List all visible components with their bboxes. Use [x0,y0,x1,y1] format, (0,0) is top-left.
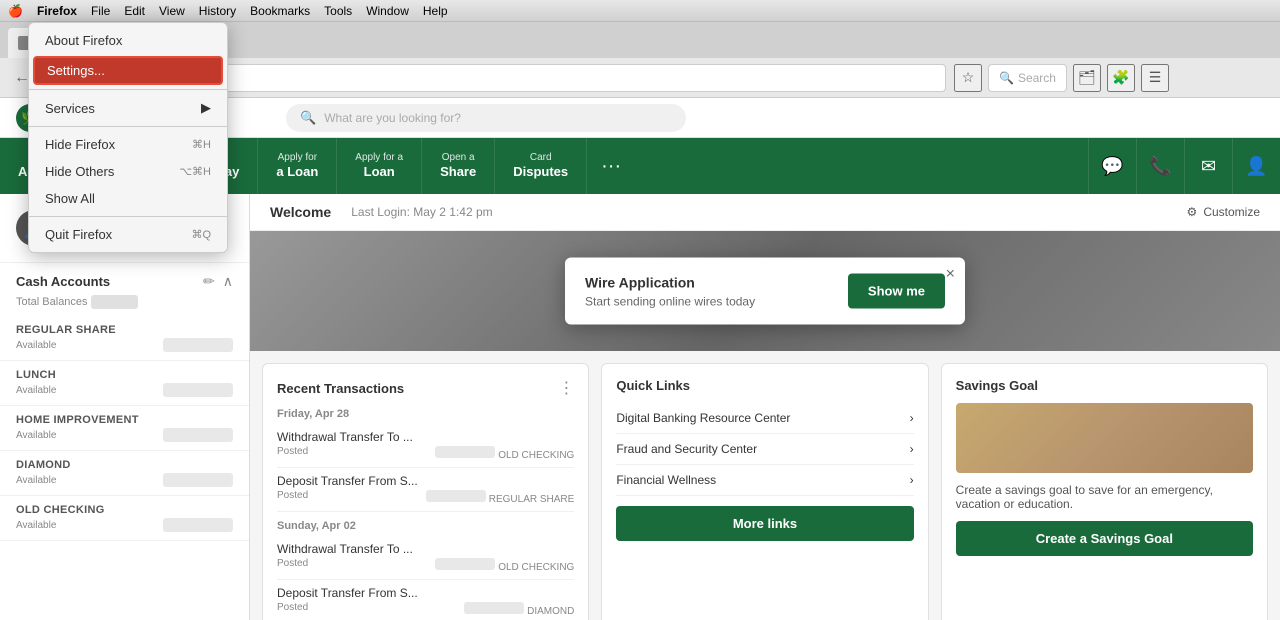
nav-more-button[interactable]: ··· [587,155,635,178]
savings-goal-desc: Create a savings goal to save for an eme… [956,483,1253,511]
toolbar-actions: ☆ 🔍 Search 🗂 🧩 ☰ [954,64,1270,92]
search-icon: 🔍 [999,71,1014,85]
bank-search[interactable]: 🔍 What are you looking for? [286,104,686,132]
menu-quit-firefox[interactable]: Quit Firefox ⌘Q [29,221,227,248]
cash-accounts-title: Cash Accounts [16,274,110,289]
account-home-improvement[interactable]: HOME IMPROVEMENT Available [0,406,249,451]
quick-links-title: Quick Links [616,378,690,393]
menu-services[interactable]: Services ▶ [29,94,227,122]
savings-goal-card: Savings Goal Create a savings goal to sa… [941,363,1268,620]
customize-icon: ⚙ [1187,205,1198,219]
apple-menu[interactable]: 🍎 [8,4,23,18]
transactions-more-button[interactable]: ⋮ [558,378,574,398]
nav-phone-button[interactable]: 📞 [1136,138,1184,194]
menu-hide-others[interactable]: Hide Others ⌥⌘H [29,158,227,185]
bank-search-placeholder: What are you looking for? [324,111,461,125]
trans-date-1: Friday, Apr 28 [277,408,574,420]
tools-menu[interactable]: Tools [324,4,352,18]
nav-apply-loan[interactable]: Apply for a Loan [258,138,337,194]
savings-goal-title: Savings Goal [956,378,1038,393]
nav-disputes[interactable]: Card Disputes [495,138,587,194]
more-links-button[interactable]: More links [616,506,913,541]
quick-link-fraud[interactable]: Fraud and Security Center › [616,434,913,465]
quick-links-card: Quick Links Digital Banking Resource Cen… [601,363,928,620]
menu-button[interactable]: ☰ [1141,64,1169,92]
history-menu[interactable]: History [199,4,236,18]
cash-accounts-actions: ✏ ∧ [203,273,233,290]
nav-chat-button[interactable]: 💬 [1088,138,1136,194]
menu-hide-firefox[interactable]: Hide Firefox ⌘H [29,131,227,158]
view-menu[interactable]: View [159,4,185,18]
trans-item-2[interactable]: Deposit Transfer From S... Posted REGULA… [277,468,574,512]
quick-link-wellness[interactable]: Financial Wellness › [616,465,913,496]
hero-banner: × Wire Application Start sending online … [250,231,1280,351]
collapse-accounts-button[interactable]: ∧ [223,273,233,290]
account-regular-share[interactable]: REGULAR SHARE Available [0,316,249,361]
wire-show-button[interactable]: Show me [848,274,945,309]
menu-show-all[interactable]: Show All [29,185,227,212]
menu-about-firefox[interactable]: About Firefox [29,27,227,54]
last-login: Last Login: May 2 1:42 pm [351,205,492,219]
account-lunch[interactable]: LUNCH Available [0,361,249,406]
nav-email-button[interactable]: ✉ [1184,138,1232,194]
wire-popup-text: Wire Application Start sending online wi… [585,274,828,308]
firefox-app-menu: About Firefox Settings... Services ▶ Hid… [28,22,228,253]
dash-header: Welcome Last Login: May 2 1:42 pm ⚙ Cust… [250,194,1280,231]
trans-date-2: Sunday, Apr 02 [277,520,574,532]
menu-settings[interactable]: Settings... [33,56,223,85]
firefox-menu[interactable]: Firefox [37,4,77,18]
trans-item-4[interactable]: Deposit Transfer From S... Posted DIAMON… [277,580,574,620]
recent-transactions-title: Recent Transactions [277,381,404,396]
wire-popup: × Wire Application Start sending online … [565,258,965,325]
create-savings-goal-button[interactable]: Create a Savings Goal [956,521,1253,556]
trans-item-1[interactable]: Withdrawal Transfer To ... Posted OLD CH… [277,424,574,468]
quick-link-digital-banking[interactable]: Digital Banking Resource Center › [616,403,913,434]
menu-separator-1 [29,89,227,90]
pocket-button[interactable]: 🗂 [1073,64,1101,92]
account-old-checking[interactable]: OLD CHECKING Available [0,496,249,541]
menu-separator-3 [29,216,227,217]
dashboard-grid: Recent Transactions ⋮ Friday, Apr 28 Wit… [250,351,1280,620]
customize-button[interactable]: ⚙ Customize [1187,205,1260,219]
savings-goal-image [956,403,1253,473]
wire-popup-subtitle: Start sending online wires today [585,294,828,308]
menu-separator-2 [29,126,227,127]
bookmark-button[interactable]: ☆ [954,64,982,92]
nav-user-button[interactable]: 👤 [1232,138,1280,194]
wire-close-button[interactable]: × [946,266,955,284]
mac-menubar: 🍎 Firefox File Edit View History Bookmar… [0,0,1280,22]
trans-item-3[interactable]: Withdrawal Transfer To ... Posted OLD CH… [277,536,574,580]
content-area: Welcome Last Login: May 2 1:42 pm ⚙ Cust… [250,194,1280,620]
sidebar: 👤 Welcome Cash Accounts ✏ ∧ Total Balanc… [0,194,250,620]
nav-apply-loan2[interactable]: Apply for a Loan [337,138,422,194]
bank-search-icon: 🔍 [300,110,316,126]
search-box[interactable]: 🔍 Search [988,64,1067,92]
account-diamond[interactable]: DIAMOND Available [0,451,249,496]
edit-accounts-button[interactable]: ✏ [203,273,215,290]
total-balances-label: Total Balances ████ [0,294,249,316]
extensions-button[interactable]: 🧩 [1107,64,1135,92]
window-menu[interactable]: Window [366,4,409,18]
sidebar-section-header: Cash Accounts ✏ ∧ [0,263,249,294]
url-bar[interactable]: 🔒 🛡 🗝 t Union [103,64,946,92]
wire-popup-title: Wire Application [585,274,828,290]
recent-transactions-card: Recent Transactions ⋮ Friday, Apr 28 Wit… [262,363,589,620]
bookmarks-menu[interactable]: Bookmarks [250,4,310,18]
edit-menu[interactable]: Edit [124,4,145,18]
bank-main: 👤 Welcome Cash Accounts ✏ ∧ Total Balanc… [0,194,1280,620]
nav-open-share[interactable]: Open a Share [422,138,495,194]
nav-actions: 💬 📞 ✉ 👤 [1088,138,1280,194]
help-menu[interactable]: Help [423,4,448,18]
welcome-text: Welcome [270,204,331,220]
file-menu[interactable]: File [91,4,110,18]
